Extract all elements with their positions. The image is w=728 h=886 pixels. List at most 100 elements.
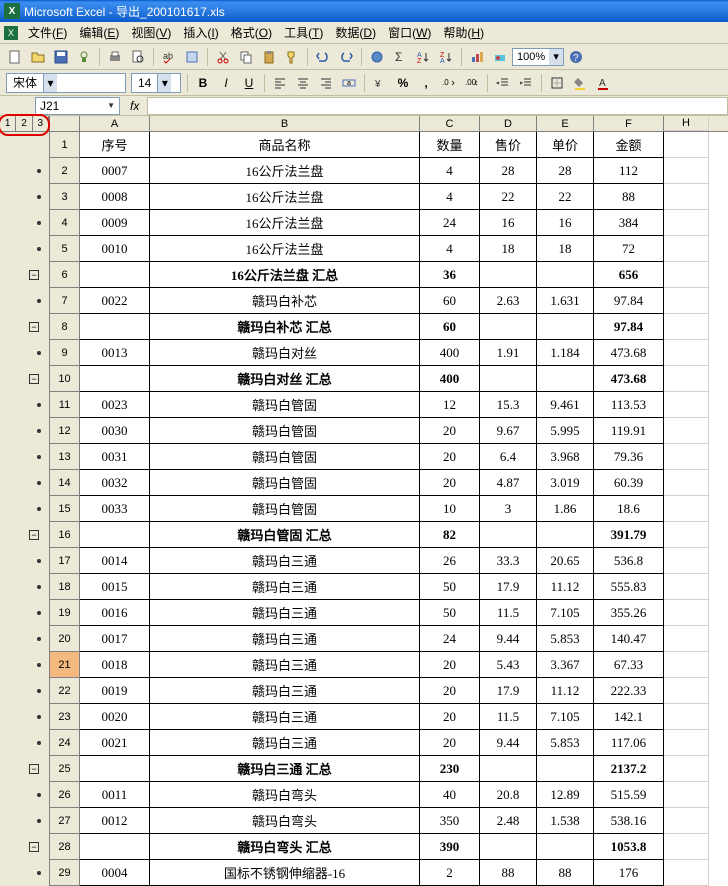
cell[interactable]	[480, 756, 537, 782]
merge-center-icon[interactable]: a	[338, 72, 360, 94]
cell[interactable]: 350	[420, 808, 480, 834]
cell[interactable]: 16公斤法兰盘	[150, 158, 420, 184]
cell[interactable]: 24	[420, 626, 480, 652]
row-number[interactable]: 2	[50, 158, 80, 184]
cell[interactable]: 11.12	[537, 574, 594, 600]
new-icon[interactable]	[4, 46, 26, 68]
open-icon[interactable]	[27, 46, 49, 68]
row-number[interactable]: 9	[50, 340, 80, 366]
cell[interactable]: 0004	[80, 860, 150, 886]
cell[interactable]: 390	[420, 834, 480, 860]
cell[interactable]: 384	[594, 210, 664, 236]
cell[interactable]: 20	[420, 704, 480, 730]
cell[interactable]	[80, 262, 150, 288]
cell[interactable]: 176	[594, 860, 664, 886]
cell[interactable]: 72	[594, 236, 664, 262]
cell[interactable]	[537, 366, 594, 392]
cell[interactable]	[664, 860, 709, 886]
cell[interactable]: 9.67	[480, 418, 537, 444]
print-icon[interactable]	[104, 46, 126, 68]
cell[interactable]: 222.33	[594, 678, 664, 704]
outline-collapse-icon[interactable]: −	[29, 374, 39, 384]
row-number[interactable]: 26	[50, 782, 80, 808]
cell[interactable]: 140.47	[594, 626, 664, 652]
cell[interactable]	[664, 288, 709, 314]
cell[interactable]: 15.3	[480, 392, 537, 418]
cell[interactable]: 0017	[80, 626, 150, 652]
cell[interactable]: 0014	[80, 548, 150, 574]
cell[interactable]: 0007	[80, 158, 150, 184]
increase-indent-icon[interactable]	[515, 72, 537, 94]
decrease-indent-icon[interactable]	[492, 72, 514, 94]
cell[interactable]	[664, 444, 709, 470]
doc-control-icon[interactable]: X	[4, 26, 18, 40]
cell[interactable]: 67.33	[594, 652, 664, 678]
cell[interactable]	[664, 262, 709, 288]
outline-collapse-icon[interactable]: −	[29, 322, 39, 332]
cell[interactable]	[664, 548, 709, 574]
cell[interactable]: 0019	[80, 678, 150, 704]
cell[interactable]	[664, 704, 709, 730]
cell[interactable]: 0015	[80, 574, 150, 600]
cell[interactable]: 赣玛白管固	[150, 418, 420, 444]
cell[interactable]	[537, 834, 594, 860]
cell[interactable]: 赣玛白管固 汇总	[150, 522, 420, 548]
cell[interactable]: 16公斤法兰盘 汇总	[150, 262, 420, 288]
cell[interactable]	[80, 522, 150, 548]
row-number[interactable]: 21	[50, 652, 80, 678]
copy-icon[interactable]	[235, 46, 257, 68]
cell[interactable]: 4	[420, 158, 480, 184]
align-right-icon[interactable]	[315, 72, 337, 94]
cell[interactable]: 0012	[80, 808, 150, 834]
row-number[interactable]: 18	[50, 574, 80, 600]
cell[interactable]: 16公斤法兰盘	[150, 210, 420, 236]
row-number[interactable]: 23	[50, 704, 80, 730]
cell[interactable]: 20.8	[480, 782, 537, 808]
research-icon[interactable]	[181, 46, 203, 68]
cell[interactable]: 113.53	[594, 392, 664, 418]
cell[interactable]	[480, 262, 537, 288]
cell[interactable]: 24	[420, 210, 480, 236]
cell[interactable]: 20.65	[537, 548, 594, 574]
cell[interactable]	[480, 314, 537, 340]
italic-icon[interactable]: I	[215, 72, 237, 94]
cell[interactable]: 0011	[80, 782, 150, 808]
cell[interactable]: 9.44	[480, 626, 537, 652]
row-number[interactable]: 14	[50, 470, 80, 496]
cell[interactable]: 赣玛白管固	[150, 470, 420, 496]
cell[interactable]: 0020	[80, 704, 150, 730]
chevron-down-icon[interactable]: ▾	[157, 74, 171, 92]
menu-item[interactable]: 窗口(W)	[382, 24, 437, 42]
outline-collapse-icon[interactable]: −	[29, 270, 39, 280]
cell[interactable]: 0021	[80, 730, 150, 756]
column-header[interactable]: D	[480, 116, 537, 131]
cell[interactable]: 赣玛白三通 汇总	[150, 756, 420, 782]
cell[interactable]: 赣玛白补芯	[150, 288, 420, 314]
format-painter-icon[interactable]	[281, 46, 303, 68]
cell[interactable]: 60	[420, 288, 480, 314]
cell[interactable]: 12	[420, 392, 480, 418]
row-number[interactable]: 24	[50, 730, 80, 756]
row-number[interactable]: 25	[50, 756, 80, 782]
row-number[interactable]: 6	[50, 262, 80, 288]
drawing-icon[interactable]	[489, 46, 511, 68]
cell[interactable]: 142.1	[594, 704, 664, 730]
row-number[interactable]: 11	[50, 392, 80, 418]
cell[interactable]: 7.105	[537, 600, 594, 626]
row-number[interactable]: 27	[50, 808, 80, 834]
cell[interactable]: 5.853	[537, 730, 594, 756]
cell[interactable]	[537, 522, 594, 548]
percent-icon[interactable]: %	[392, 72, 414, 94]
cell[interactable]: 26	[420, 548, 480, 574]
preview-icon[interactable]	[127, 46, 149, 68]
cell[interactable]	[664, 210, 709, 236]
cell[interactable]: 1.631	[537, 288, 594, 314]
autosum-icon[interactable]: Σ	[389, 46, 411, 68]
cell[interactable]	[664, 808, 709, 834]
cell[interactable]: 0010	[80, 236, 150, 262]
cell[interactable]	[80, 756, 150, 782]
row-number[interactable]: 15	[50, 496, 80, 522]
outline-collapse-icon[interactable]: −	[29, 530, 39, 540]
cell[interactable]: 赣玛白弯头	[150, 782, 420, 808]
cell[interactable]	[664, 626, 709, 652]
